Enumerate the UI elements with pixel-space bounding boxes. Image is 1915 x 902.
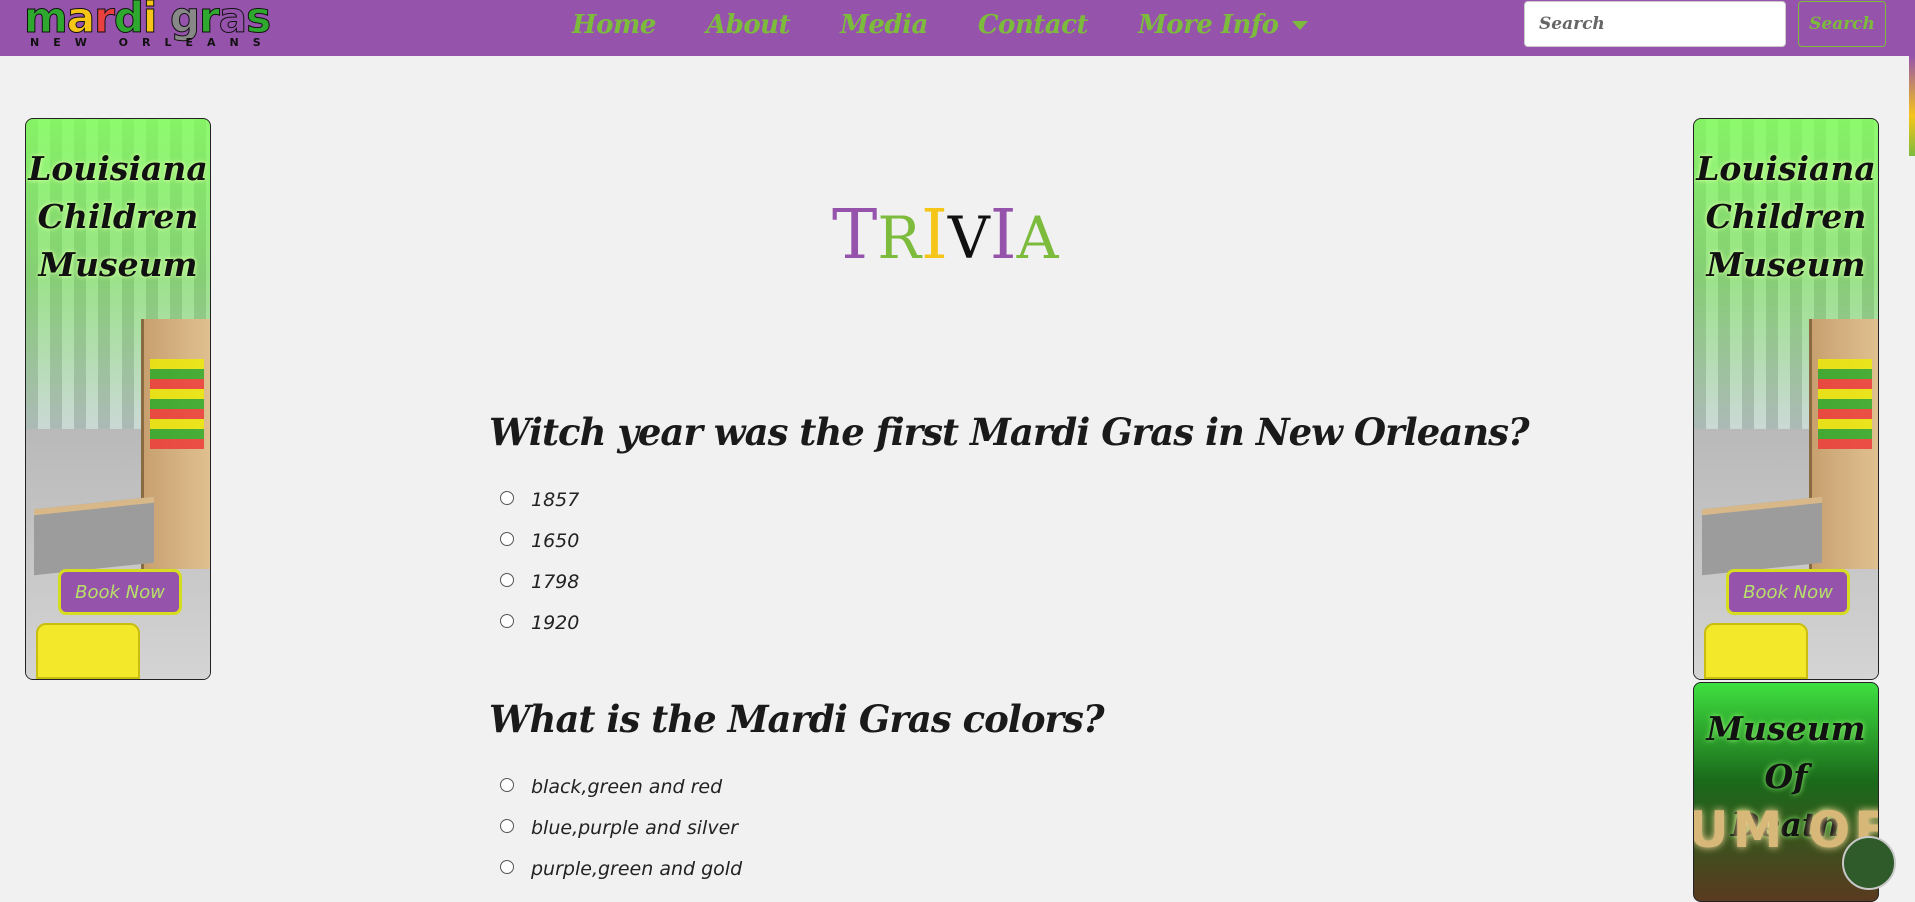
radio-button[interactable] [500,859,514,874]
title-letter: T [832,196,878,275]
answer-option[interactable]: 1857 [500,479,579,520]
nav-more-info-label: More Info [1137,10,1279,40]
answer-label: 1798 [531,570,580,593]
ad-louisiana-children-museum-right[interactable]: Louisiana Children Museum Book Now [1693,118,1879,680]
answer-option[interactable]: blue,purple and silver [500,807,742,848]
book-now-button[interactable]: Book Now [1726,569,1850,615]
answer-option[interactable]: 1798 [500,561,579,602]
radio-button[interactable] [500,818,514,833]
answer-label: 1650 [531,529,580,552]
radio-button[interactable] [500,490,514,505]
question-2-text: What is the Mardi Gras colors? [489,697,1105,741]
chevron-down-icon [1292,20,1309,30]
ad-louisiana-children-museum-left[interactable]: Louisiana Children Museum Book Now [25,118,211,680]
answer-option[interactable]: black,green and red [500,766,742,807]
radio-button[interactable] [500,613,514,628]
nav-about-link[interactable]: About [706,10,791,40]
ad-title-line: Museum Of [1706,709,1866,796]
ad-title-line: Children [1705,197,1867,236]
radio-button[interactable] [500,777,514,792]
nav-media-link[interactable]: Media [840,10,928,40]
navbar: mardi gras NEW ORLEANS Home About Media … [0,0,1915,56]
ad-title-line: Louisiana [28,149,208,188]
ad-title-line: Louisiana [1696,149,1876,188]
title-letter: R [877,204,922,272]
question-1-options: 1857 1650 1798 1920 [500,479,579,643]
answer-label: blue,purple and silver [531,816,739,839]
answer-label: 1920 [531,611,580,634]
search-input[interactable] [1524,1,1786,47]
question-2-options: black,green and red blue,purple and silv… [500,766,742,889]
answer-option[interactable]: 1920 [500,602,579,643]
logo-subtitle: NEW ORLEANS [30,36,275,49]
radio-button[interactable] [500,572,514,587]
ad-title-line: Children [37,197,199,236]
search-button[interactable]: Search [1798,1,1886,47]
answer-option[interactable]: purple,green and gold [500,848,742,889]
question-1-text: Witch year was the first Mardi Gras in N… [489,410,1530,454]
nav-contact-link[interactable]: Contact [978,10,1089,40]
answer-label: black,green and red [531,775,723,798]
answer-label: purple,green and gold [531,857,743,880]
answer-label: 1857 [531,488,580,511]
main-nav: Home About Media Contact More Info [572,0,1309,50]
ad-title: Louisiana Children Museum [1694,145,1878,289]
radio-button[interactable] [500,531,514,546]
ad-table-image [34,496,154,576]
title-letter: A [1016,204,1059,272]
ad-title-line: Museum [1706,245,1866,284]
page-title: TRIVIA [832,196,1059,278]
nav-more-info-dropdown[interactable]: More Info [1138,10,1309,40]
ad-table-image [1702,496,1822,576]
ad-title-line: Museum [38,245,198,284]
edge-decoration [1909,56,1915,156]
ad-title: Louisiana Children Museum [26,145,210,289]
ad-yellow-box-image [1704,623,1808,679]
ad-yellow-box-image [36,623,140,679]
title-letter: I [921,196,948,275]
book-now-button[interactable]: Book Now [58,569,182,615]
floating-action-button[interactable] [1842,836,1896,890]
nav-home-link[interactable]: Home [572,10,656,40]
answer-option[interactable]: 1650 [500,520,579,561]
title-letter: V [947,204,990,272]
mardi-gras-logo[interactable]: mardi gras NEW ORLEANS [24,0,272,52]
title-letter: I [989,196,1017,275]
